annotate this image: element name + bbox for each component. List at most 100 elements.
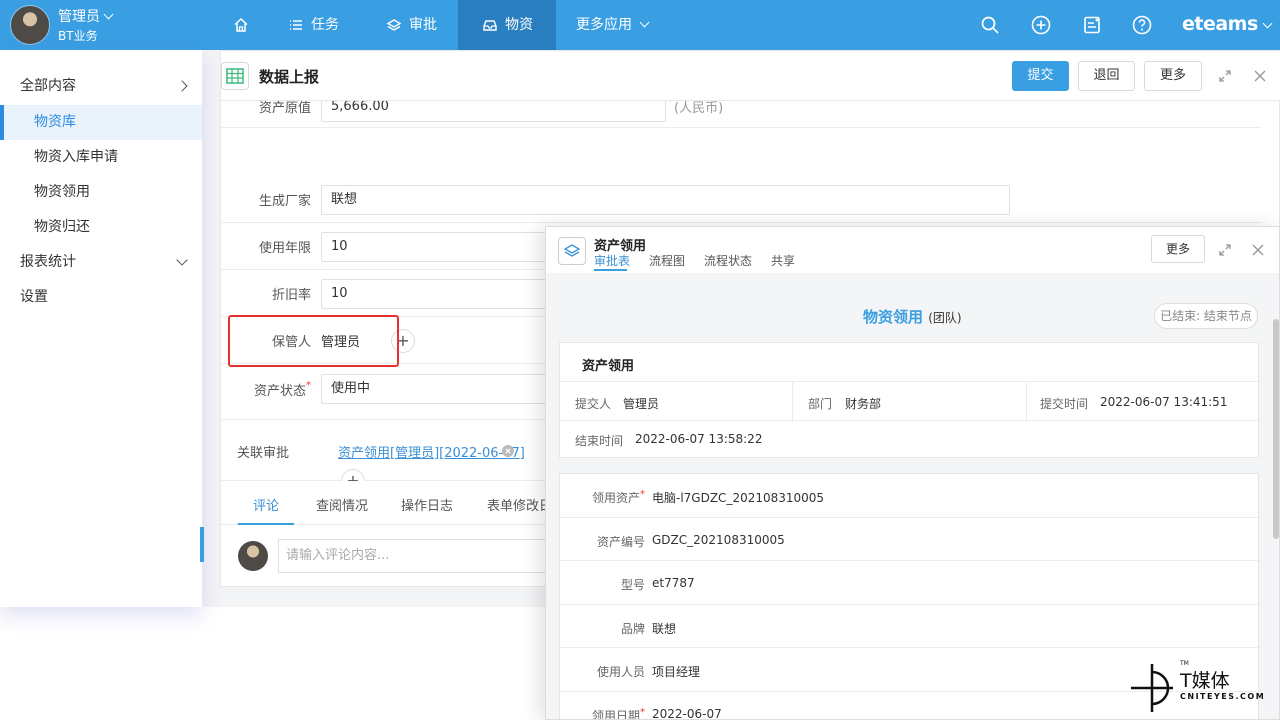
form-title-sub: (团队) [928, 311, 962, 325]
divider [792, 382, 793, 422]
search-icon[interactable] [980, 15, 1000, 35]
detail-label-text: 领用资产 [591, 491, 640, 505]
page-title: 数据上报 [259, 68, 320, 86]
more-button[interactable]: 更多 [1144, 61, 1202, 91]
detail-label: 领用资产* [592, 489, 645, 506]
tab-flow-status[interactable]: 流程状态 [704, 252, 752, 269]
detail-row-model: 型号 et7787 [560, 561, 1260, 605]
sidebar-item-settings[interactable]: 设置 [0, 280, 202, 315]
highlight-box [228, 315, 399, 367]
sidebar-item-material-library[interactable]: 物资库 [0, 105, 202, 140]
sidebar-scroll-accent [200, 527, 204, 562]
close-icon[interactable] [1251, 243, 1265, 257]
sidebar-item-all[interactable]: 全部内容 [0, 69, 202, 104]
detail-value: 2022-06-07 [652, 706, 722, 720]
comment-input[interactable]: 请输入评论内容... [278, 539, 578, 573]
related-approval-link[interactable]: 资产领用[管理员][2022-06-07] [338, 442, 525, 461]
detail-row-asset-no: 资产编号 GDZC_202108310005 [560, 518, 1260, 561]
add-circle-icon[interactable] [1031, 15, 1051, 35]
user-avatar[interactable] [10, 5, 50, 45]
tab-comments[interactable]: 评论 [253, 495, 279, 514]
asset-status-label: 资产状态 [253, 384, 306, 399]
expand-icon[interactable] [1218, 243, 1232, 257]
sidebar-item-label: 报表统计 [20, 254, 76, 270]
layers-icon [386, 19, 402, 31]
brand-logo[interactable]: eteams [1182, 13, 1273, 35]
field-label: 使用年限 [258, 241, 311, 256]
panel-header: 数据上报 提交 退回 更多 [221, 51, 1280, 101]
nav-more-apps[interactable]: 更多应用 [562, 0, 662, 50]
divider [1026, 382, 1027, 422]
required-mark: * [306, 380, 311, 391]
layers-icon [558, 237, 586, 265]
tab-views[interactable]: 查阅情况 [316, 495, 368, 514]
return-button[interactable]: 退回 [1078, 61, 1135, 91]
remove-icon[interactable] [502, 445, 514, 457]
submit-time-label: 提交时间 [1040, 397, 1089, 411]
inbox-icon [483, 20, 497, 31]
currency-suffix: (人民币) [674, 101, 724, 116]
sidebar: 全部内容 物资库 物资入库申请 物资领用 物资归还 报表统计 设置 [0, 50, 202, 607]
top-bar: 管理员 BT业务 任务 审批 物资 更多应用 eteams [0, 0, 1280, 50]
dialog-more-button[interactable]: 更多 [1151, 235, 1205, 263]
sidebar-item-stock-in[interactable]: 物资入库申请 [0, 140, 202, 175]
detail-value: 联想 [652, 621, 677, 636]
tab-form-changes[interactable]: 表单修改日 [487, 495, 552, 514]
sidebar-item-requisition[interactable]: 物资领用 [0, 175, 202, 210]
add-related-button[interactable]: + [341, 469, 365, 481]
nav-materials-label: 物资 [505, 17, 533, 33]
required-mark: * [640, 489, 645, 500]
sidebar-item-label: 物资库 [34, 114, 76, 130]
original-value-input[interactable]: 5,666.00 [321, 101, 666, 122]
nav-tasks[interactable]: 任务 [276, 0, 346, 50]
user-org: BT业务 [58, 29, 98, 43]
chevron-down-icon [176, 254, 188, 266]
info-heading: 资产领用 [582, 359, 635, 374]
status-badge: 已结束: 结束节点 [1154, 303, 1258, 329]
manufacturer-input[interactable]: 联想 [321, 185, 1010, 215]
notes-icon[interactable] [1082, 15, 1102, 35]
sidebar-item-label: 物资入库申请 [34, 149, 118, 165]
brand-text: eteams [1182, 13, 1258, 35]
submit-button[interactable]: 提交 [1012, 61, 1069, 91]
detail-label: 品牌 [620, 621, 645, 636]
detail-label: 使用人员 [596, 665, 645, 679]
user-name-label: 管理员 [58, 9, 100, 25]
info-section: 资产领用 提交人 管理员 部门 财务部 提交时间 2022-06-07 13:4… [559, 342, 1260, 458]
scrollbar[interactable] [1273, 319, 1279, 539]
form-title-text: 物资领用 [863, 308, 924, 326]
tab-approval-form[interactable]: 审批表 [594, 252, 630, 269]
nav-approval[interactable]: 审批 [372, 0, 452, 50]
watermark-symbol-icon [1131, 664, 1173, 712]
nav-more-apps-label: 更多应用 [576, 17, 632, 33]
help-icon[interactable] [1132, 15, 1152, 35]
sidebar-item-label: 设置 [20, 289, 48, 305]
tab-share[interactable]: 共享 [771, 252, 795, 269]
form-row-original-value: 资产原值 5,666.00 (人民币) [221, 101, 1261, 128]
field-label: 资产状态* [254, 380, 311, 399]
sidebar-item-return[interactable]: 物资归还 [0, 210, 202, 245]
required-mark: * [640, 706, 645, 718]
expand-icon[interactable] [1218, 69, 1232, 83]
home-icon [234, 17, 248, 32]
watermark-en: CNITEYES.COM [1180, 692, 1266, 701]
watermark-logo: T媒体 TM CNITEYES.COM [1128, 660, 1278, 715]
close-icon[interactable] [1253, 69, 1267, 83]
submitter-value: 管理员 [623, 397, 660, 411]
detail-label: 资产编号 [596, 534, 645, 549]
field-label: 折旧率 [271, 288, 311, 303]
form-title: 物资领用 (团队) [863, 306, 962, 327]
end-time-value: 2022-06-07 13:58:22 [635, 432, 763, 446]
watermark-cn: T媒体 [1180, 670, 1230, 692]
field-label: 生成厂家 [258, 194, 311, 209]
info-row: 提交人 管理员 部门 财务部 提交时间 2022-06-07 13:41:51 [560, 381, 1260, 422]
nav-home[interactable] [218, 0, 264, 50]
tab-flowchart[interactable]: 流程图 [649, 252, 685, 269]
sidebar-item-reports[interactable]: 报表统计 [0, 245, 202, 280]
tab-operation-log[interactable]: 操作日志 [401, 495, 453, 514]
submitter-label: 提交人 [575, 397, 612, 411]
nav-materials[interactable]: 物资 [458, 0, 556, 50]
user-name[interactable]: 管理员 [58, 6, 114, 26]
detail-label: 型号 [620, 578, 645, 592]
detail-row-asset: 领用资产* 电脑-l7GDZC_202108310005 [560, 474, 1260, 518]
